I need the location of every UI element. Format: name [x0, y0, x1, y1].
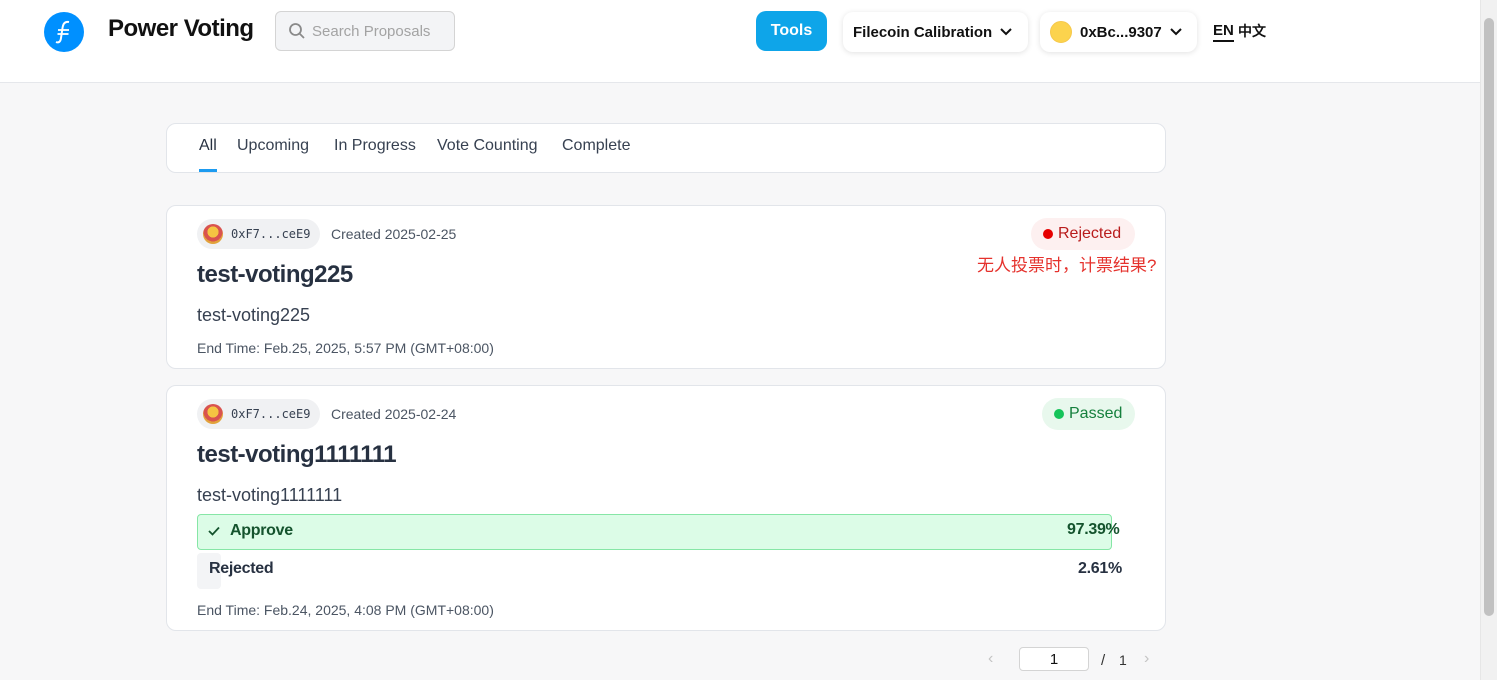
- page-scrollbar[interactable]: [1480, 0, 1497, 680]
- search-box[interactable]: [275, 11, 455, 51]
- proposal-description: test-voting225: [197, 305, 311, 325]
- network-selector[interactable]: Filecoin Calibration: [843, 12, 1028, 52]
- prev-page-icon[interactable]: ‹: [988, 650, 993, 668]
- proposal-title[interactable]: test-voting225: [197, 261, 353, 289]
- active-tab-indicator: [199, 169, 217, 172]
- vote-result-approve: Approve: [197, 514, 1112, 550]
- proposal-title[interactable]: test-voting1111111: [197, 441, 397, 469]
- status-dot-icon: [1054, 409, 1064, 419]
- vote-percent: 97.39%: [1067, 521, 1120, 538]
- next-page-icon[interactable]: ›: [1144, 650, 1149, 668]
- end-time-label: End Time:: [197, 602, 261, 618]
- search-input[interactable]: [312, 22, 452, 40]
- status-label: Rejected: [1058, 225, 1122, 242]
- top-header: Power Voting Tools Filecoin Calibration …: [0, 0, 1497, 83]
- tab-vote-counting[interactable]: Vote Counting: [437, 137, 538, 155]
- wallet-address: 0xBc...9307: [1080, 23, 1162, 41]
- status-tabs: All Upcoming In Progress Vote Counting C…: [166, 123, 1166, 173]
- proposal-card[interactable]: 0xF7...ceE9 Created 2025-02-25 Rejected …: [166, 205, 1166, 369]
- wallet-selector[interactable]: 0xBc...9307: [1040, 12, 1197, 52]
- vote-option-label: Approve: [230, 522, 293, 539]
- end-time-value: Feb.25, 2025, 5:57 PM (GMT+08:00): [263, 340, 494, 356]
- created-date: Created 2025-02-25: [331, 226, 457, 242]
- author-chip[interactable]: 0xF7...ceE9: [197, 399, 321, 429]
- language-zh[interactable]: 中文: [1238, 22, 1266, 40]
- author-avatar-icon: [203, 224, 223, 244]
- status-badge: Passed: [1042, 398, 1135, 430]
- end-time: End Time: Feb.24, 2025, 4:08 PM (GMT+08:…: [197, 602, 494, 618]
- check-icon: [208, 526, 220, 536]
- chevron-down-icon: [1170, 28, 1182, 36]
- author-chip[interactable]: 0xF7...ceE9: [197, 219, 321, 249]
- language-en[interactable]: EN: [1213, 22, 1234, 42]
- chevron-down-icon: [1000, 28, 1012, 36]
- end-time-value: Feb.24, 2025, 4:08 PM (GMT+08:00): [263, 602, 494, 618]
- filecoin-f-icon: [55, 20, 70, 44]
- scrollbar-thumb[interactable]: [1484, 18, 1494, 616]
- filecoin-logo-icon[interactable]: [44, 12, 84, 52]
- wallet-avatar-icon: [1050, 21, 1072, 43]
- network-name: Filecoin Calibration: [853, 23, 993, 41]
- tab-all[interactable]: All: [199, 137, 217, 155]
- page-total: 1: [1119, 652, 1127, 668]
- brand-title[interactable]: Power Voting: [108, 15, 254, 43]
- tab-upcoming[interactable]: Upcoming: [237, 137, 309, 155]
- tab-complete[interactable]: Complete: [562, 137, 630, 155]
- created-date: Created 2025-02-24: [331, 406, 457, 422]
- tools-button[interactable]: Tools: [756, 11, 827, 51]
- author-address: 0xF7...ceE9: [231, 407, 311, 421]
- status-badge: Rejected: [1031, 218, 1135, 250]
- page-separator: /: [1101, 652, 1106, 669]
- proposal-card[interactable]: 0xF7...ceE9 Created 2025-02-24 Passed te…: [166, 385, 1166, 631]
- annotation-note: 无人投票时，计票结果?: [977, 256, 1157, 275]
- status-dot-icon: [1043, 229, 1053, 239]
- status-label: Passed: [1069, 405, 1123, 422]
- author-avatar-icon: [203, 404, 223, 424]
- vote-option-label: Rejected: [209, 560, 274, 577]
- tab-in-progress[interactable]: In Progress: [334, 137, 416, 155]
- end-time-label: End Time:: [197, 340, 261, 356]
- author-address: 0xF7...ceE9: [231, 227, 311, 241]
- proposal-description: test-voting1111111: [197, 485, 343, 505]
- search-icon: [289, 23, 305, 39]
- vote-percent: 2.61%: [1078, 560, 1122, 577]
- page-number-input[interactable]: [1019, 647, 1089, 671]
- end-time: End Time: Feb.25, 2025, 5:57 PM (GMT+08:…: [197, 340, 494, 356]
